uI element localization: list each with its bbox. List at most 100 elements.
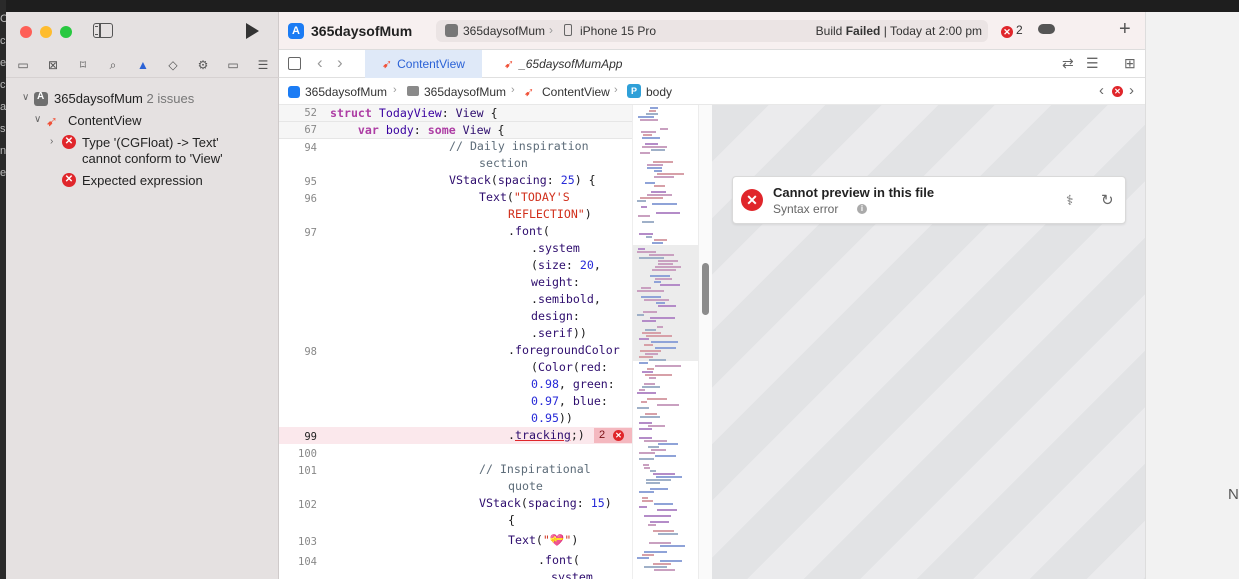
line-number: 52: [304, 107, 317, 119]
tree-row-issue[interactable]: › ✕ Type '(CGFloat) -> Text' cannot conf…: [6, 132, 279, 170]
error-icon[interactable]: ✕: [1112, 86, 1123, 97]
minimize-window-button[interactable]: [40, 26, 52, 38]
close-window-button[interactable]: [20, 26, 32, 38]
issue-warning-icon[interactable]: ▲: [135, 57, 151, 73]
minimap-line: [655, 266, 681, 268]
minimap-line: [657, 404, 679, 406]
tree-row-project[interactable]: ∨ 365daysofMum 2 issues: [6, 88, 279, 110]
scheme-name[interactable]: 365daysofMum: [463, 24, 545, 38]
editor-area: A 365daysofMum 365daysofMum › iPhone 15 …: [279, 12, 1145, 579]
minimap-line: [650, 488, 668, 490]
minimap[interactable]: [632, 105, 698, 579]
code-line: .font(: [538, 553, 580, 567]
folder-icon[interactable]: ▭: [15, 57, 31, 73]
inline-error-badge[interactable]: 2 ✕: [594, 428, 632, 443]
add-editor-icon[interactable]: ⊞: [1124, 55, 1136, 72]
minimap-line: [639, 338, 649, 340]
swap-icon[interactable]: ⇄: [1062, 55, 1074, 72]
code-line: Text("TODAY'S: [479, 190, 570, 204]
tree-row-issue[interactable]: ✕ Expected expression: [6, 170, 279, 192]
minimap-line: [639, 422, 652, 424]
scrollbar-thumb[interactable]: [702, 263, 709, 315]
line-number: 99: [304, 431, 317, 443]
minimap-line: [645, 374, 672, 376]
line-number: 103: [298, 536, 317, 548]
search-icon[interactable]: ⌕: [105, 57, 121, 73]
report-icon[interactable]: ☰: [255, 57, 271, 73]
add-tab-icon[interactable]: +: [1119, 18, 1131, 41]
minimap-line: [655, 365, 681, 367]
cloud-icon[interactable]: [1038, 24, 1055, 34]
next-issue-icon[interactable]: ›: [1129, 82, 1134, 99]
source-editor[interactable]: 52 struct TodayView: View { 67 var body:…: [279, 105, 632, 579]
source-control-icon[interactable]: ⊠: [45, 57, 61, 73]
minimap-line: [649, 542, 671, 544]
run-destination[interactable]: iPhone 15 Pro: [580, 24, 656, 38]
minimap-line: [657, 509, 677, 511]
previous-issue-icon[interactable]: ‹: [1099, 82, 1104, 99]
minimap-line: [658, 263, 673, 265]
editor-scrollbar[interactable]: [698, 105, 712, 579]
issue-text-line2: cannot conform to 'View': [82, 151, 223, 166]
minimap-line: [637, 290, 664, 292]
minimap-line: [650, 317, 675, 319]
chevron-right-icon[interactable]: ›: [50, 136, 53, 147]
back-arrow-icon[interactable]: ‹: [317, 53, 323, 73]
forward-arrow-icon[interactable]: ›: [337, 53, 343, 73]
tree-row-file[interactable]: ∨ ➹ ContentView: [6, 110, 279, 132]
minimap-line: [642, 371, 653, 373]
error-icon: ✕: [613, 430, 624, 441]
minimap-line: [645, 143, 658, 145]
diagnostics-icon[interactable]: ⚕: [1066, 192, 1074, 209]
minimap-line: [654, 569, 675, 571]
minimap-line: [649, 377, 656, 379]
swift-file-icon: ➹: [524, 85, 535, 99]
bookmark-icon[interactable]: ⌑: [75, 57, 91, 73]
code-line: VStack(spacing: 25) {: [449, 173, 596, 187]
minimap-line: [642, 500, 653, 502]
breakpoint-icon[interactable]: ▭: [225, 57, 241, 73]
minimap-line: [637, 200, 646, 202]
preview-canvas[interactable]: ✕ Cannot preview in this file Syntax err…: [712, 105, 1145, 579]
iphone-icon: [564, 24, 572, 36]
minimap-line: [639, 428, 652, 430]
project-icon: [288, 86, 300, 98]
minimap-line: [642, 332, 661, 334]
breadcrumb-project[interactable]: 365daysofMum: [305, 85, 387, 99]
code-line: {: [508, 513, 515, 527]
minimap-line: [640, 416, 660, 418]
breadcrumb-group[interactable]: 365daysofMum: [424, 85, 506, 99]
test-diamond-icon[interactable]: ◇: [165, 57, 181, 73]
minimap-line: [654, 239, 667, 241]
refresh-icon[interactable]: ↻: [1101, 191, 1114, 209]
minimap-line: [638, 248, 645, 250]
preview-error-subtitle: Syntax error: [773, 202, 839, 216]
editor-options-icon[interactable]: ☰: [1086, 55, 1099, 72]
swift-file-icon: ➹: [46, 113, 58, 129]
error-count-badge[interactable]: ✕ 2: [1001, 23, 1023, 38]
breadcrumb-symbol[interactable]: body: [646, 85, 672, 99]
minimap-line: [644, 467, 650, 469]
minimap-line: [652, 269, 676, 271]
minimap-line: [658, 305, 676, 307]
info-icon[interactable]: i: [857, 204, 867, 214]
minimap-line: [651, 341, 678, 343]
minimap-line: [640, 350, 661, 352]
zoom-window-button[interactable]: [60, 26, 72, 38]
tab-app[interactable]: ➹ _65daysofMumApp: [504, 50, 622, 78]
chevron-down-icon[interactable]: ∨: [34, 114, 41, 125]
breadcrumb-file[interactable]: ContentView: [542, 85, 610, 99]
sidebar-toggle-icon[interactable]: [93, 23, 113, 38]
code-line: (size: 20,: [531, 258, 601, 272]
tab-contentview[interactable]: ➹ ContentView: [365, 50, 482, 78]
debug-icon[interactable]: ⚙: [195, 57, 211, 73]
file-label: ContentView: [68, 113, 142, 128]
error-icon: ✕: [741, 189, 763, 211]
minimap-line: [653, 161, 673, 163]
code-line: design:: [531, 309, 580, 323]
activity-view[interactable]: 365daysofMum › iPhone 15 Pro Build Faile…: [436, 20, 988, 42]
chevron-down-icon[interactable]: ∨: [22, 92, 29, 103]
run-button[interactable]: [246, 23, 259, 39]
minimap-line: [656, 476, 682, 478]
grid-icon[interactable]: [288, 57, 301, 70]
